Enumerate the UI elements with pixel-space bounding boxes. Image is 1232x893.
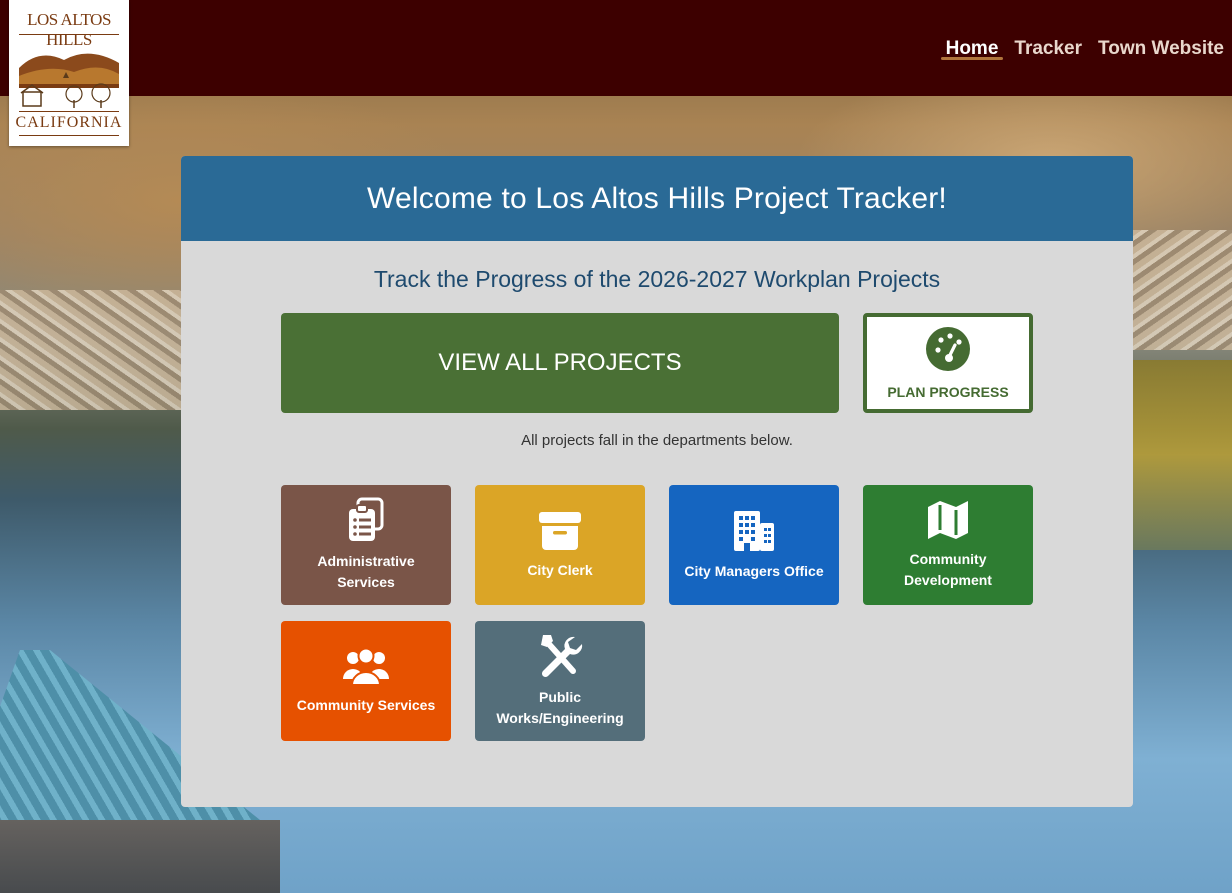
dept-tile-public-works-engineering[interactable]: Public Works/Engineering [475, 621, 645, 741]
logo-rule-mid [19, 111, 119, 112]
card-header: Welcome to Los Altos Hills Project Track… [181, 156, 1133, 241]
tools-icon [541, 635, 583, 678]
dept-tile-city-managers-office[interactable]: City Managers Office [669, 485, 839, 605]
gauge-icon [926, 327, 970, 371]
dept-tile-community-development[interactable]: Community Development [863, 485, 1033, 605]
dept-tile-community-services[interactable]: Community Services [281, 621, 451, 741]
logo-landscape-icon [19, 53, 119, 108]
plan-progress-label: PLAN PROGRESS [887, 384, 1009, 400]
rocks-left [0, 290, 190, 410]
nav-home[interactable]: Home [938, 36, 1007, 72]
view-all-projects-button[interactable]: VIEW ALL PROJECTS [281, 313, 839, 413]
logo-bottom-text: CALIFORNIA [15, 114, 123, 131]
logo-rule-top [19, 34, 119, 35]
nav-town-website[interactable]: Town Website [1090, 36, 1232, 72]
map-icon [928, 501, 968, 539]
dept-label: Public Works/Engineering [496, 689, 624, 726]
rocks-right [1132, 230, 1232, 350]
dept-label: City Clerk [527, 561, 593, 578]
page-subtitle: Track the Progress of the 2026-2027 Work… [373, 266, 941, 292]
top-bar: Home Tracker Town Website [0, 0, 1232, 96]
dock [0, 820, 280, 893]
town-logo[interactable]: LOS ALTOS HILLS CALIFORNIA [9, 0, 129, 146]
view-all-projects-label: VIEW ALL PROJECTS [438, 349, 682, 376]
departments-note: All projects fall in the departments bel… [521, 432, 793, 449]
page-title: Welcome to Los Altos Hills Project Track… [367, 181, 947, 215]
dept-label: Administrative Services [317, 553, 415, 590]
nav-tracker[interactable]: Tracker [1006, 36, 1090, 72]
dept-label: Community Services [296, 696, 436, 713]
archive-box-icon [539, 511, 581, 550]
main-nav: Home Tracker Town Website [938, 36, 1232, 72]
water-reflection [1133, 360, 1232, 550]
plan-progress-button[interactable]: PLAN PROGRESS [863, 313, 1033, 413]
clipboard-list-icon [349, 497, 384, 541]
dept-tile-administrative-services[interactable]: Administrative Services [281, 485, 451, 605]
welcome-card: Welcome to Los Altos Hills Project Track… [181, 156, 1133, 807]
dept-label: Community Development [904, 551, 992, 588]
dept-label: City Managers Office [684, 562, 824, 579]
logo-rule-bottom [19, 135, 119, 136]
dept-tile-city-clerk[interactable]: City Clerk [475, 485, 645, 605]
building-icon [734, 510, 774, 551]
people-group-icon [343, 647, 389, 686]
